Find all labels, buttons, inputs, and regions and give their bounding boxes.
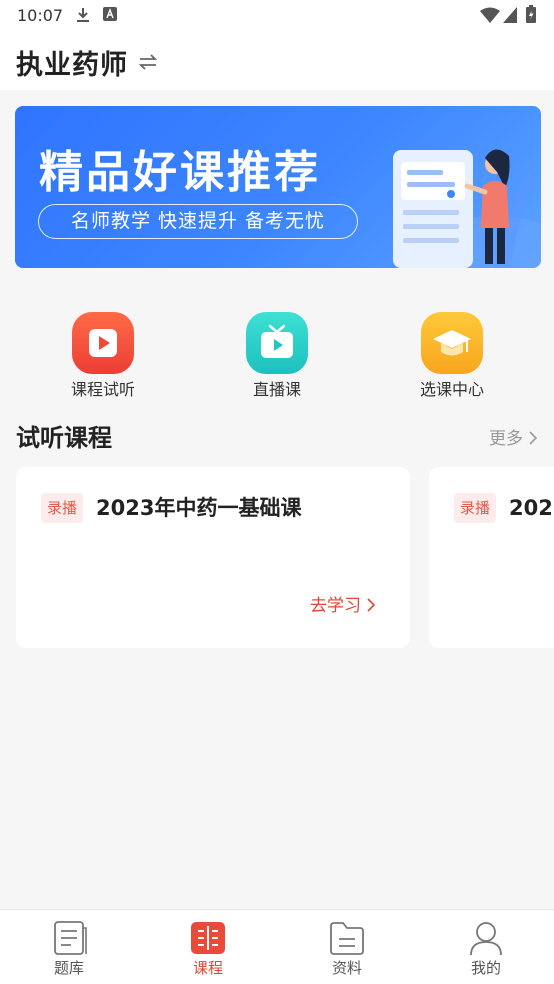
feature-label: 直播课 [252,380,301,399]
feature-label: 课程试听 [70,380,135,399]
go-study-button[interactable]: 去学习 [310,591,376,616]
tab-label: 资料 [331,959,362,977]
chevron-right-icon [367,598,376,612]
banner-subtitle: 名师教学 快速提升 备考无忧 [38,204,358,239]
feature-course-trial[interactable]: 课程试听 [43,312,163,400]
user-icon [470,922,502,956]
tab-materials[interactable]: 资料 [307,920,387,978]
course-title: 2023年中药一基础课 [96,496,302,520]
recorded-tag: 录播 [41,493,84,523]
tab-question-bank[interactable]: 题库 [29,920,109,978]
recorded-tag: 录播 [454,493,497,523]
tab-label: 题库 [53,959,84,977]
download-icon [77,8,89,22]
tab-label: 我的 [470,959,501,977]
course-book-icon [191,922,225,954]
bottom-tab-bar: 题库 课程 资料 我的 [0,909,554,984]
status-bar: 10:07 [0,0,554,32]
feature-label: 选课中心 [419,380,484,399]
course-card[interactable]: 录播 2023年中药二基础课 [429,467,554,648]
question-bank-icon [54,921,87,955]
course-title: 2023年中药二基础课 [509,496,554,520]
exam-category-title[interactable]: 执业药师 [16,43,128,82]
graduation-cap-icon [421,312,483,374]
wifi-icon [480,7,500,23]
tv-icon [246,312,308,374]
folder-icon [330,922,364,955]
go-study-label: 去学习 [310,596,361,616]
section-title: 试听课程 [16,424,112,452]
status-time: 10:07 [17,6,64,25]
banner-title: 精品好课推荐 [39,147,321,198]
cellular-signal-icon [503,7,517,23]
promo-banner[interactable]: 精品好课推荐 名师教学 快速提升 备考无忧 [15,106,541,268]
app-notification-icon [103,7,117,21]
more-label: 更多 [489,429,523,449]
more-link[interactable]: 更多 [489,424,538,449]
battery-icon [526,5,536,23]
chevron-right-icon [529,431,538,445]
switch-icon[interactable] [138,52,158,72]
banner-illustration [393,149,541,268]
feature-live-course[interactable]: 直播课 [217,312,337,400]
feature-course-center[interactable]: 选课中心 [392,312,512,400]
tab-label: 课程 [192,959,223,977]
app-header: 执业药师 [0,32,554,90]
tab-course[interactable]: 课程 [168,920,248,978]
course-card[interactable]: 录播 2023年中药一基础课 去学习 [16,467,410,648]
tab-mine[interactable]: 我的 [446,920,526,978]
play-icon [72,312,134,374]
